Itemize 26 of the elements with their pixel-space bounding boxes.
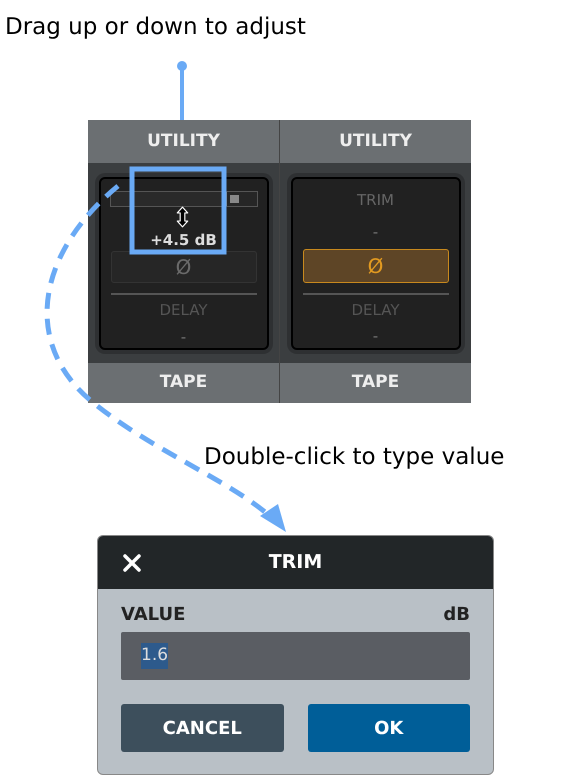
- delay-value: -: [180, 326, 186, 348]
- phase-invert-button[interactable]: Ø: [302, 248, 448, 282]
- trim-value: -: [372, 222, 378, 243]
- meter-handle[interactable]: [230, 194, 240, 202]
- trim-label: TRIM: [357, 190, 394, 210]
- leader-line: [177, 61, 187, 120]
- meter-track[interactable]: [110, 190, 258, 206]
- trim-value: +4.5 dB: [150, 230, 217, 250]
- cancel-button[interactable]: CANCEL: [121, 704, 284, 752]
- value-input-field[interactable]: 1.6: [121, 632, 470, 680]
- section-header: UTILITY: [88, 120, 279, 163]
- meter-fill[interactable]: [110, 192, 228, 206]
- unit-label: dB: [443, 603, 470, 627]
- section-header: UTILITY: [280, 120, 471, 163]
- section-footer: TAPE: [280, 363, 471, 403]
- close-icon[interactable]: [122, 552, 142, 572]
- vertical-resize-cursor-icon: [176, 206, 188, 228]
- phase-invert-button[interactable]: Ø: [110, 251, 256, 283]
- delay-value: -: [372, 326, 378, 347]
- section-footer: TAPE: [88, 363, 279, 403]
- ok-button[interactable]: OK: [308, 704, 470, 752]
- field-label: VALUE: [121, 603, 186, 627]
- instruction-caption: Drag up or down to adjust: [5, 13, 306, 42]
- instruction-caption: Double-click to type value: [204, 443, 504, 472]
- dialog-title: TRIM: [268, 550, 322, 576]
- field-value: 1.6: [141, 643, 168, 669]
